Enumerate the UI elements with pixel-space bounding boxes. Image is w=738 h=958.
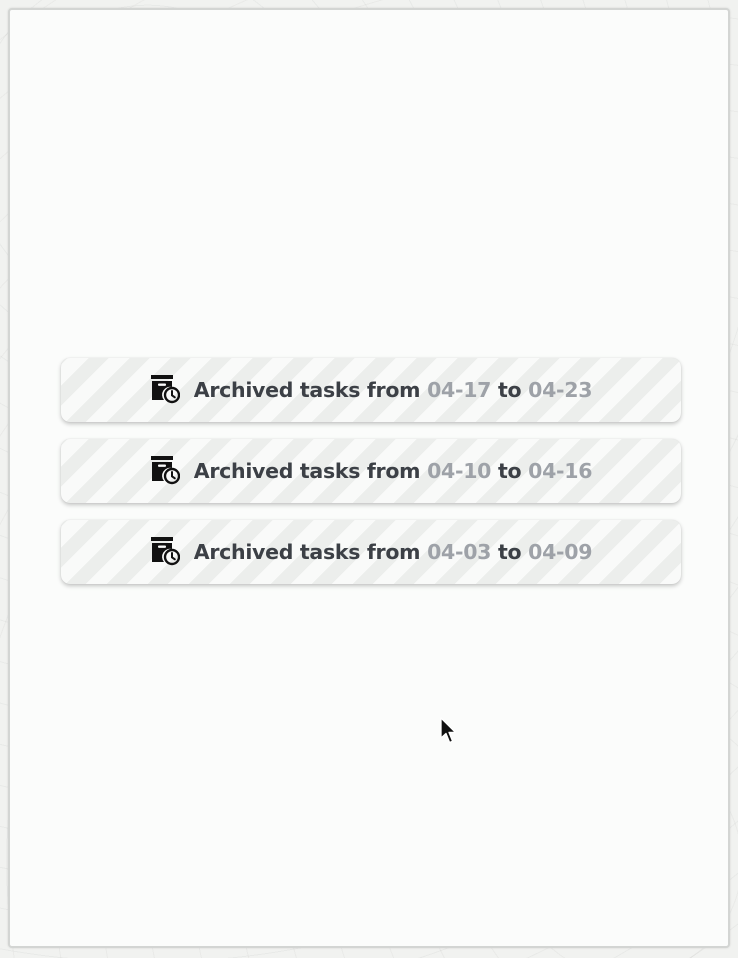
archive-end-date: 04-23 — [528, 378, 593, 402]
archive-label: Archived tasks from 04-10 to 04-16 — [193, 459, 593, 483]
archive-start-date: 04-03 — [427, 540, 492, 564]
archive-label-prefix: Archived tasks from — [193, 378, 421, 402]
archive-label: Archived tasks from 04-17 to 04-23 — [193, 378, 593, 402]
mouse-cursor-icon — [440, 717, 457, 744]
archive-list: Archived tasks from 04-17 to 04-23 Archi… — [61, 358, 681, 601]
archive-end-date: 04-16 — [528, 459, 593, 483]
archive-label-connector: to — [497, 378, 522, 402]
archive-item-2[interactable]: Archived tasks from 04-10 to 04-16 — [61, 439, 681, 503]
archive-item-3[interactable]: Archived tasks from 04-03 to 04-09 — [61, 520, 681, 584]
archive-clock-icon — [150, 536, 180, 566]
archive-label: Archived tasks from 04-03 to 04-09 — [193, 540, 593, 564]
archive-clock-icon — [150, 455, 180, 485]
archive-clock-icon — [150, 374, 180, 404]
archive-start-date: 04-17 — [427, 378, 492, 402]
archive-label-prefix: Archived tasks from — [193, 540, 421, 564]
archive-label-connector: to — [497, 459, 522, 483]
main-panel: Archived tasks from 04-17 to 04-23 Archi… — [8, 8, 730, 948]
archive-label-prefix: Archived tasks from — [193, 459, 421, 483]
archive-item-1[interactable]: Archived tasks from 04-17 to 04-23 — [61, 358, 681, 422]
archive-start-date: 04-10 — [427, 459, 492, 483]
archive-end-date: 04-09 — [528, 540, 593, 564]
archive-label-connector: to — [497, 540, 522, 564]
